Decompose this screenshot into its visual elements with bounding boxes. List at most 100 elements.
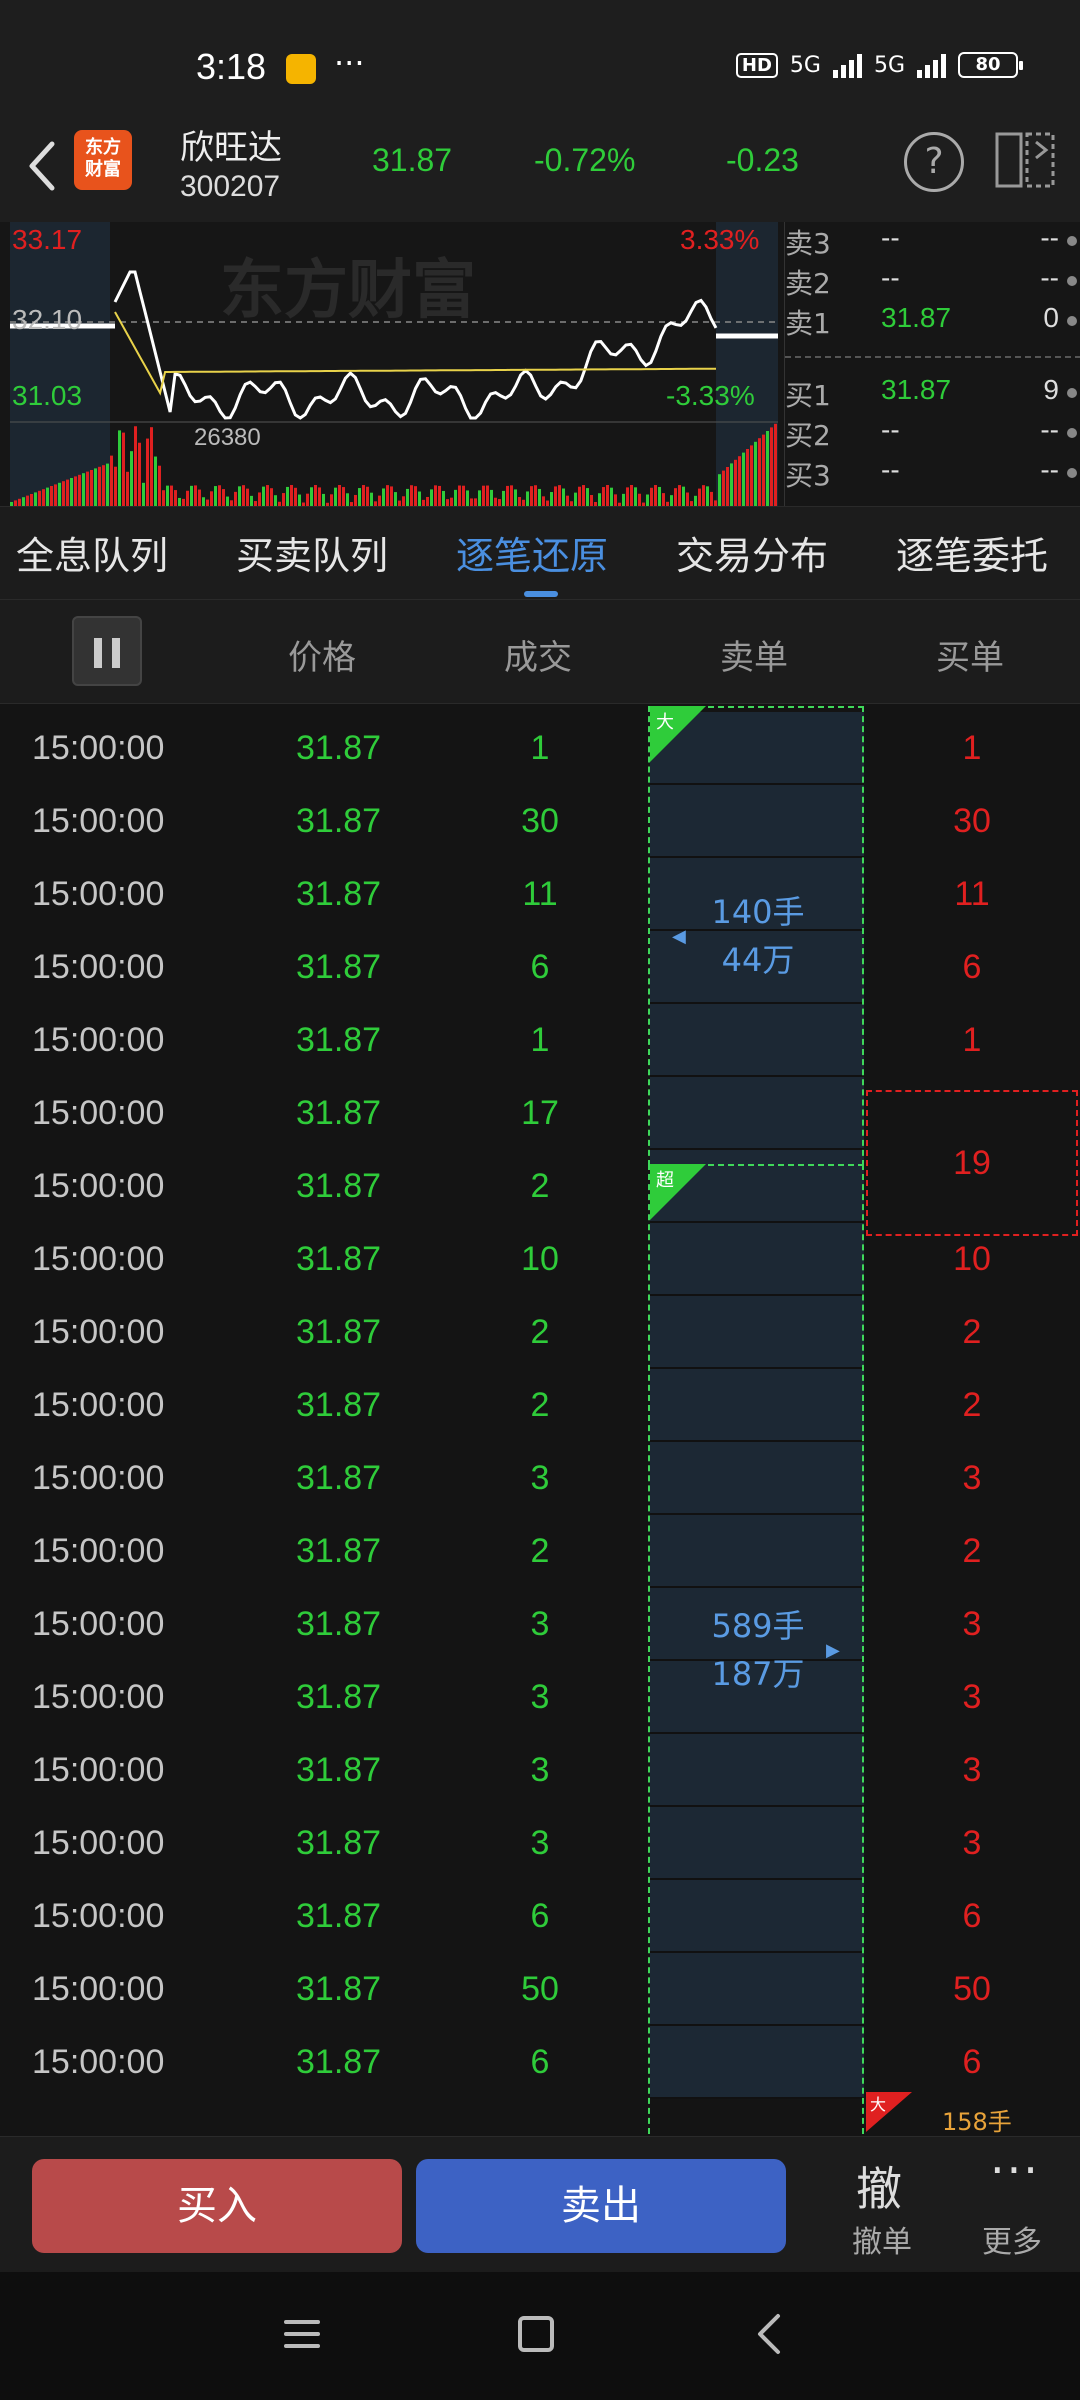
volume-bar xyxy=(118,430,121,506)
volume-bar xyxy=(366,486,369,506)
volume-bar xyxy=(130,451,133,506)
tab-full-queue[interactable]: 全息队列 xyxy=(16,525,168,580)
volume-bar xyxy=(98,466,101,506)
more-button[interactable]: 更多 xyxy=(982,2217,1042,2261)
trade-price: 31.87 xyxy=(296,1532,382,1570)
volume-bar xyxy=(122,432,125,506)
trade-list[interactable]: 15:00:00 31.87 6 6 15:00:00 31.87 50 50 15:00:00… xyxy=(0,704,1080,2136)
volume-bar xyxy=(586,488,589,506)
volume-bar xyxy=(126,471,129,506)
buy-order-value: 1 xyxy=(962,729,982,767)
back-icon[interactable] xyxy=(750,2312,790,2356)
volume-bar xyxy=(490,489,493,506)
table-row[interactable]: 15:00:00 31.87 11 11 xyxy=(0,858,1080,931)
table-row[interactable]: 15:00:00 31.87 30 30 xyxy=(0,785,1080,858)
volume-bar xyxy=(234,491,237,506)
volume-bar xyxy=(110,455,113,506)
book-divider xyxy=(785,356,1080,358)
table-row[interactable]: 15:00:00 31.87 2 2 xyxy=(0,1515,1080,1588)
volume-bar xyxy=(726,467,729,506)
sell-button[interactable]: 卖出 xyxy=(416,2159,786,2253)
volume-bar xyxy=(402,496,405,506)
volume-bar xyxy=(470,498,473,506)
volume-bar xyxy=(674,488,677,506)
table-row[interactable]: 15:00:00 31.87 1 1 xyxy=(0,1004,1080,1077)
trade-time: 15:00:00 xyxy=(32,1824,165,1862)
volume-bar xyxy=(454,489,457,506)
volume-bar xyxy=(346,493,349,506)
trade-volume: 1 xyxy=(530,729,550,767)
table-row[interactable]: 15:00:00 31.87 3 3 xyxy=(0,1588,1080,1661)
table-row[interactable]: 15:00:00 31.87 1 1 xyxy=(0,712,1080,785)
volume-bar xyxy=(710,491,713,506)
volume-bar xyxy=(566,495,569,506)
volume-bar xyxy=(106,463,109,506)
tab-tick-orders[interactable]: 逐笔委托 xyxy=(896,525,1048,580)
volume-bar xyxy=(30,494,33,506)
recent-apps-icon[interactable] xyxy=(282,2314,322,2354)
trade-volume: 2 xyxy=(530,1386,550,1424)
volume-bar xyxy=(42,489,45,506)
buy-button[interactable]: 买入 xyxy=(32,2159,402,2253)
volume-bar xyxy=(510,485,513,506)
sell-group-amount: 187万 xyxy=(711,1655,805,1693)
order-book: 卖3 -- -- 卖2 -- -- 卖1 31.87 0 买1 31.87 9 … xyxy=(784,222,1080,506)
tab-trade-distribution[interactable]: 交易分布 xyxy=(676,525,828,580)
cancel-order-icon[interactable]: 撤 xyxy=(856,2153,902,2219)
help-icon[interactable]: ? xyxy=(904,132,964,192)
trade-time: 15:00:00 xyxy=(32,1897,165,1935)
trade-price: 31.87 xyxy=(296,1313,382,1351)
table-row[interactable]: 15:00:00 31.87 3 3 xyxy=(0,1734,1080,1807)
table-row[interactable]: 15:00:00 31.87 2 2 xyxy=(0,1369,1080,1442)
trade-time: 15:00:00 xyxy=(32,802,165,840)
super-order-tag: 超 xyxy=(650,1164,706,1220)
bid-dot-icon xyxy=(1067,468,1077,478)
volume-bar xyxy=(662,493,665,506)
buy-order-value: 2 xyxy=(962,1313,982,1351)
trade-time: 15:00:00 xyxy=(32,729,165,767)
home-icon[interactable] xyxy=(518,2316,554,2352)
volume-bar xyxy=(574,492,577,506)
more-icon[interactable]: ··· xyxy=(990,2143,1040,2197)
table-row[interactable]: 15:00:00 31.87 50 50 xyxy=(0,1953,1080,2026)
buy-order-value: 3 xyxy=(962,1605,982,1643)
back-arrow-icon[interactable] xyxy=(20,136,64,196)
table-row[interactable]: 15:00:00 31.87 6 6 xyxy=(0,1880,1080,1953)
volume-bar xyxy=(414,486,417,506)
trade-volume: 1 xyxy=(530,1021,550,1059)
table-row[interactable]: 15:00:00 31.87 2 2 xyxy=(0,1296,1080,1369)
table-row[interactable]: 15:00:00 31.87 3 3 xyxy=(0,1661,1080,1734)
bid-label: 买3 xyxy=(785,459,831,492)
volume-bar xyxy=(722,470,725,506)
tab-bid-ask-queue[interactable]: 买卖队列 xyxy=(236,525,388,580)
pause-button[interactable] xyxy=(72,616,142,686)
tab-bar: 全息队列 买卖队列 逐笔还原 交易分布 逐笔委托 xyxy=(0,506,1080,600)
volume-bar xyxy=(58,482,61,506)
tab-tick-restore[interactable]: 逐笔还原 xyxy=(456,525,608,580)
column-price: 价格 xyxy=(288,638,356,678)
chart-ref-price: 32.10 xyxy=(12,304,83,335)
table-row[interactable]: 15:00:00 31.87 3 3 xyxy=(0,1442,1080,1515)
bid-price: -- xyxy=(881,454,900,485)
trade-price: 31.87 xyxy=(296,1970,382,2008)
pre-market-shade xyxy=(10,222,110,506)
volume-bar xyxy=(282,493,285,506)
volume-bar xyxy=(78,474,81,506)
buy-order-value: 11 xyxy=(954,875,990,913)
volume-bar xyxy=(318,487,321,506)
split-screen-icon[interactable] xyxy=(994,130,1056,190)
trade-volume: 2 xyxy=(530,1167,550,1205)
volume-bar xyxy=(602,487,605,506)
volume-bar xyxy=(370,492,373,506)
table-row[interactable]: 15:00:00 31.87 3 3 xyxy=(0,1807,1080,1880)
volume-bar xyxy=(706,486,709,506)
intraday-chart[interactable]: 东方财富 33.17 3.33% 32.10 31.03 -3.33% 2638… xyxy=(0,222,1080,506)
volume-bar xyxy=(86,471,89,506)
ask-volume: -- xyxy=(1040,222,1059,253)
cancel-order-button[interactable]: 撤单 xyxy=(852,2217,912,2261)
volume-bar xyxy=(742,452,745,506)
volume-bar xyxy=(294,487,297,506)
table-row[interactable]: 15:00:00 31.87 6 6 xyxy=(0,2026,1080,2099)
table-row[interactable]: 15:00:00 31.87 6 6 xyxy=(0,931,1080,1004)
notification-icon xyxy=(286,54,316,84)
